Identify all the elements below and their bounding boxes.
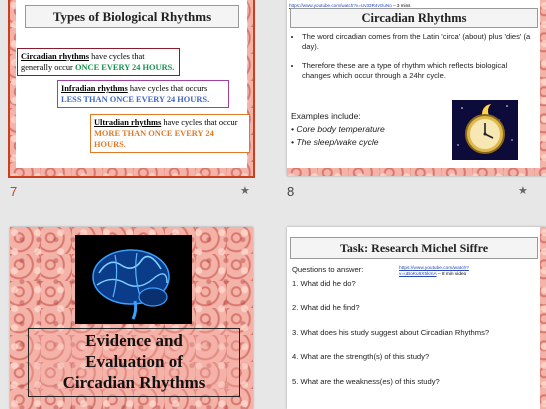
slide-title: Types of Biological Rhythms <box>25 5 239 28</box>
transition-star-icon[interactable]: ★ <box>518 184 528 197</box>
term-label: Infradian rhythms <box>61 84 128 93</box>
slide-thumbnail-10[interactable]: Task: Research Michel Siffre Questions t… <box>287 227 546 409</box>
examples-heading: Examples include: <box>291 111 361 121</box>
question-item: 1. What did he do? <box>292 279 356 288</box>
infradian-definition-box: Infradian rhythms have cycles that occur… <box>57 80 229 108</box>
term-label: Ultradian rhythms <box>94 118 162 127</box>
slide-thumbnail-7[interactable]: Types of Biological Rhythms Circadian rh… <box>10 0 253 176</box>
question-item: 3. What does his study suggest about Cir… <box>292 328 490 337</box>
title-line: Evaluation of <box>85 352 183 371</box>
brain-image <box>75 235 192 324</box>
questions-heading: Questions to answer: <box>292 265 364 274</box>
slide-thumbnail-9[interactable]: Evidence and Evaluation of Circadian Rhy… <box>10 227 253 409</box>
question-item: 4. What are the strength(s) of this stud… <box>292 352 430 361</box>
video-duration: – 8 min video <box>437 272 467 277</box>
frequency-text: ONCE EVERY 24 HOURS. <box>74 63 175 72</box>
slide-title: Circadian Rhythms <box>290 8 538 28</box>
bullet-list: The word circadian comes from the Latin … <box>291 32 531 90</box>
video-link-block: https://www.youtube.com/watch?v=uBoKu6X5… <box>399 266 469 278</box>
question-item: 5. What are the weakness(es) of this stu… <box>292 377 440 386</box>
examples-block: Examples include: • Core body temperatur… <box>291 110 431 149</box>
slide-number-7: 7 <box>10 184 18 199</box>
example-item: • The sleep/wake cycle <box>291 137 379 147</box>
slide-number-8: 8 <box>287 184 295 199</box>
transition-star-icon[interactable]: ★ <box>240 184 250 197</box>
definition-text: have cycles that occur <box>161 118 238 127</box>
term-label: Circadian rhythms <box>21 52 90 61</box>
definition-text: have cycles that occurs <box>127 84 208 93</box>
slide-title: Task: Research Michel Siffre <box>290 237 538 259</box>
example-item: • Core body temperature <box>291 124 385 134</box>
clock-night-illustration <box>452 100 518 160</box>
bullet-item: Therefore these are a type of rhythm whi… <box>302 61 531 81</box>
frequency-text: LESS THAN ONCE EVERY 24 HOURS. <box>61 95 210 104</box>
frequency-text: MORE THAN ONCE EVERY 24 HOURS. <box>94 129 214 149</box>
question-item: 2. What did he find? <box>292 303 360 312</box>
title-line: Circadian Rhythms <box>62 373 206 392</box>
slide-thumbnail-8[interactable]: https://www.youtube.com/watch?v=Uv33R4vO… <box>287 0 546 176</box>
bullet-item: The word circadian comes from the Latin … <box>302 32 531 52</box>
ultradian-definition-box: Ultradian rhythms have cycles that occur… <box>90 114 250 153</box>
slide-title-box: Evidence and Evaluation of Circadian Rhy… <box>28 328 240 397</box>
circadian-definition-box: Circadian rhythms have cycles that gener… <box>17 48 180 76</box>
title-line: Evidence and <box>85 331 183 350</box>
